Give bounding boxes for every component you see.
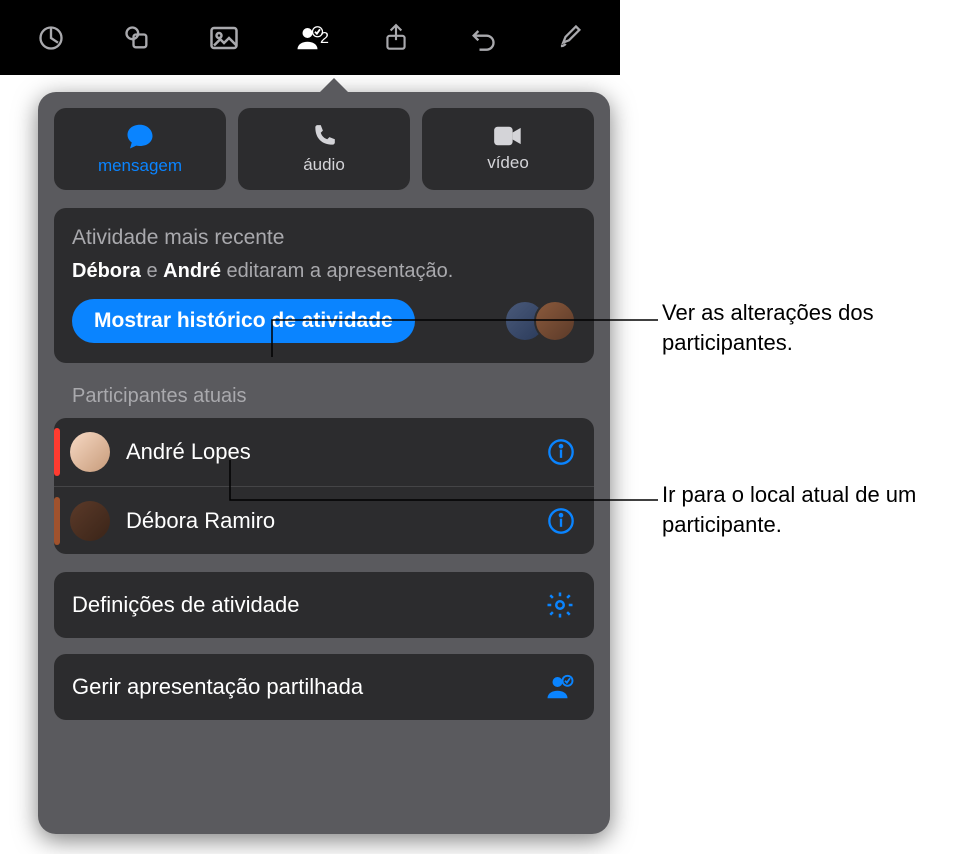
video-tab[interactable]: vídeo [422,108,594,190]
activity-settings-label: Definições de atividade [72,592,299,618]
callout-text-1: Ver as alterações dos participantes. [662,298,952,357]
manage-shared-button[interactable]: Gerir apresentação partilhada [54,654,594,720]
collaborator-count: 2 [320,30,329,48]
avatar [534,300,576,342]
audio-tab[interactable]: áudio [238,108,410,190]
activity-person1: Débora [72,260,141,282]
manage-shared-label: Gerir apresentação partilhada [72,674,363,700]
participant-name: André Lopes [126,439,544,465]
activity-avatars [504,300,576,342]
chart-icon[interactable] [21,8,81,68]
avatar [70,432,110,472]
gear-icon [544,589,576,621]
participants-section-label: Participantes atuais [54,381,594,418]
communication-tabs: mensagem áudio vídeo [54,108,594,190]
video-tab-label: vídeo [487,153,529,173]
collaboration-popover: mensagem áudio vídeo Atividade mais rece… [38,92,610,834]
activity-summary: Débora e André editaram a apresentação. [72,260,576,283]
undo-icon[interactable] [453,8,513,68]
presence-indicator [54,428,60,476]
info-icon[interactable] [544,435,578,469]
recent-activity-title: Atividade mais recente [72,226,576,250]
format-brush-icon[interactable] [539,8,599,68]
presence-indicator [54,497,60,545]
activity-person2: André [163,260,221,282]
photo-icon[interactable] [194,8,254,68]
participant-row[interactable]: André Lopes [54,418,594,486]
show-activity-history-button[interactable]: Mostrar histórico de atividade [72,299,415,343]
activity-settings-button[interactable]: Definições de atividade [54,572,594,638]
info-icon[interactable] [544,504,578,538]
share-icon[interactable] [366,8,426,68]
message-tab[interactable]: mensagem [54,108,226,190]
callout-text-2: Ir para o local atual de um participante… [662,480,962,539]
app-toolbar: 2 [0,0,620,75]
participant-row[interactable]: Débora Ramiro [54,486,594,554]
audio-tab-label: áudio [303,155,345,175]
avatar [70,501,110,541]
shapes-icon[interactable] [107,8,167,68]
participant-name: Débora Ramiro [126,508,544,534]
collaborate-button[interactable]: 2 [280,8,340,68]
recent-activity-panel: Atividade mais recente Débora e André ed… [54,208,594,363]
message-tab-label: mensagem [98,156,182,176]
collaborate-icon [544,671,576,703]
participants-list: André Lopes Débora Ramiro [54,418,594,554]
